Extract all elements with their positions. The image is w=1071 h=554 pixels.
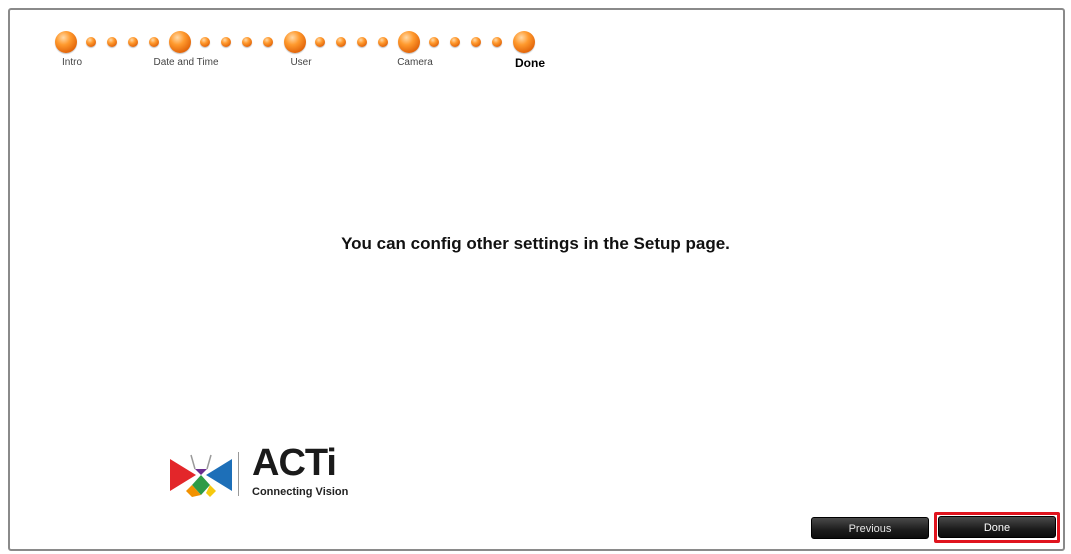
brand-tagline: Connecting Vision <box>252 486 349 498</box>
step-label-date-and-time: Date and Time <box>153 57 219 68</box>
progress-connector-dot <box>336 37 346 47</box>
completion-message: You can config other settings in the Set… <box>341 234 730 253</box>
step-dot-intro <box>55 31 77 53</box>
progress-connector-dot <box>107 37 117 47</box>
step-dot-camera <box>398 31 420 53</box>
wizard-window <box>8 8 1065 551</box>
acti-logo-icon <box>170 453 232 502</box>
previous-button[interactable]: Previous <box>811 517 929 539</box>
step-dot-done <box>513 31 535 53</box>
progress-connector-dot <box>378 37 388 47</box>
logo-divider <box>238 452 239 496</box>
progress-connector-dot <box>471 37 481 47</box>
step-dot-date-and-time <box>169 31 191 53</box>
progress-connector-dot <box>263 37 273 47</box>
progress-connector-dot <box>149 37 159 47</box>
brand-name: ACTi <box>252 442 337 484</box>
done-button[interactable]: Done <box>938 516 1056 538</box>
progress-connector-dot <box>357 37 367 47</box>
progress-connector-dot <box>200 37 210 47</box>
progress-connector-dot <box>86 37 96 47</box>
progress-connector-dot <box>315 37 325 47</box>
progress-connector-dot <box>450 37 460 47</box>
progress-connector-dot <box>429 37 439 47</box>
step-label-intro: Intro <box>61 57 83 68</box>
progress-connector-dot <box>242 37 252 47</box>
step-label-done: Done <box>515 56 545 70</box>
progress-connector-dot <box>128 37 138 47</box>
step-dot-user <box>284 31 306 53</box>
step-label-camera: Camera <box>397 57 433 68</box>
progress-connector-dot <box>221 37 231 47</box>
step-label-user: User <box>290 57 312 68</box>
progress-connector-dot <box>492 37 502 47</box>
